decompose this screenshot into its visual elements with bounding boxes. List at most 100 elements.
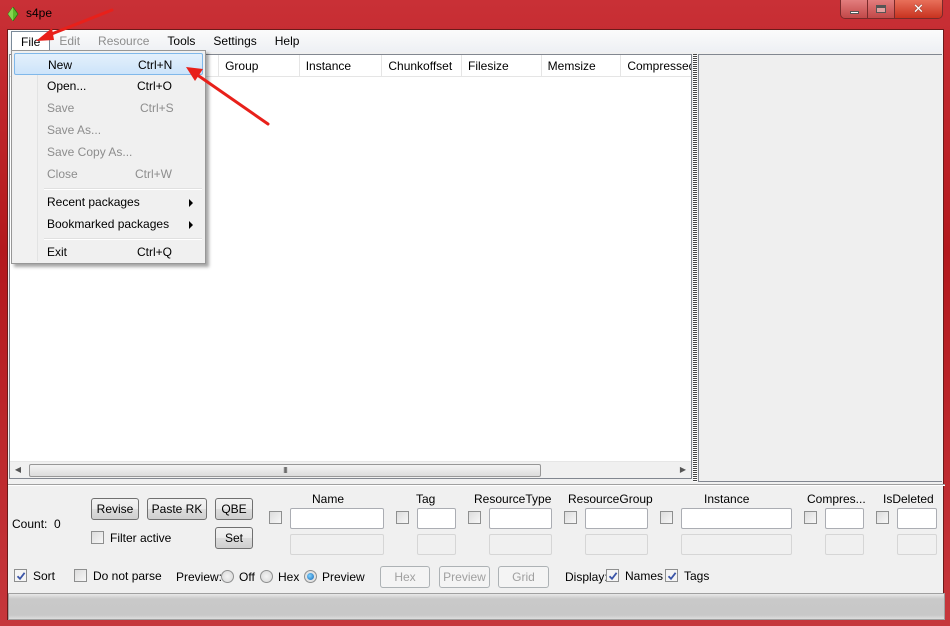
do-not-parse-label: Do not parse: [93, 569, 162, 583]
filter-isdeleted-label: IsDeleted: [883, 492, 934, 506]
menu-item-label: Recent packages: [47, 195, 140, 209]
column-header-compressed[interactable]: Compressed: [621, 55, 691, 77]
hex-view-button[interactable]: Hex: [380, 566, 430, 588]
column-header-chunkoffset[interactable]: Chunkoffset: [382, 55, 463, 77]
menu-tools[interactable]: Tools: [158, 31, 204, 51]
display-tags-checkbox[interactable]: [665, 569, 678, 582]
filter-name-input[interactable]: [290, 508, 384, 529]
menu-item-save-as[interactable]: Save As...: [14, 119, 203, 141]
filter-name-label: Name: [312, 492, 345, 506]
menu-settings[interactable]: Settings: [204, 31, 265, 51]
filter-tag-input[interactable]: [417, 508, 456, 529]
menu-edit[interactable]: Edit: [50, 31, 89, 51]
display-tags-label: Tags: [684, 569, 710, 583]
maximize-icon: [876, 5, 886, 13]
filter-active-checkbox[interactable]: [91, 531, 104, 544]
preview-off-radio[interactable]: [221, 570, 234, 583]
filter-resourcetype-checkbox[interactable]: [468, 511, 481, 524]
menu-item-close[interactable]: Close Ctrl+W: [14, 163, 203, 185]
filter-tag-label: Tag: [416, 492, 436, 506]
menu-item-label: Save Copy As...: [47, 145, 133, 159]
maximize-button[interactable]: [868, 0, 895, 18]
set-button[interactable]: Set: [215, 527, 253, 549]
filter-isdeleted-secondary-input: [897, 534, 937, 555]
column-header-instance[interactable]: Instance: [300, 55, 383, 77]
checkmark-icon: [667, 571, 676, 580]
preview-off-label: Off: [239, 570, 255, 584]
filter-resourcetype-secondary-input: [489, 534, 552, 555]
sort-checkbox[interactable]: [14, 569, 27, 582]
menu-item-exit[interactable]: Exit Ctrl+Q: [14, 241, 203, 263]
filter-name-checkbox[interactable]: [269, 511, 282, 524]
do-not-parse-checkbox[interactable]: [74, 569, 87, 582]
filter-compressed-label: Compres...: [807, 492, 866, 506]
filter-instance-secondary-input: [681, 534, 792, 555]
file-menu-dropdown: New Ctrl+N Open... Ctrl+O Save Ctrl+S Sa…: [11, 50, 206, 264]
checkmark-icon: [608, 571, 617, 580]
count-value: 0: [54, 517, 61, 531]
preview-pane: [698, 54, 942, 482]
filter-resourcegroup-label: ResourceGroup: [568, 492, 653, 506]
menu-item-save[interactable]: Save Ctrl+S: [14, 97, 203, 119]
preview-hex-label: Hex: [278, 570, 300, 584]
column-header-memsize[interactable]: Memsize: [542, 55, 622, 77]
grip-icon: III: [283, 466, 288, 475]
filter-tag-secondary-input: [417, 534, 456, 555]
menu-item-shortcut: Ctrl+N: [138, 58, 173, 72]
filter-isdeleted-checkbox[interactable]: [876, 511, 889, 524]
revise-button[interactable]: Revise: [91, 498, 139, 520]
qbe-button[interactable]: QBE: [215, 498, 253, 520]
filter-instance-checkbox[interactable]: [660, 511, 673, 524]
menu-item-bookmarked-packages[interactable]: Bookmarked packages: [14, 213, 203, 235]
scroll-left-icon[interactable]: ◀: [13, 465, 23, 475]
preview-preview-label: Preview: [322, 570, 365, 584]
menu-item-shortcut: Ctrl+O: [137, 79, 173, 93]
menu-item-label: Exit: [47, 245, 68, 259]
preview-hex-radio[interactable]: [260, 570, 273, 583]
column-header-filesize[interactable]: Filesize: [462, 55, 542, 77]
checkmark-icon: [16, 571, 25, 580]
filter-isdeleted-input[interactable]: [897, 508, 937, 529]
menu-item-shortcut: Ctrl+S: [140, 101, 174, 115]
filter-instance-input[interactable]: [681, 508, 792, 529]
menu-item-label: Save: [47, 101, 75, 115]
menu-item-new[interactable]: New Ctrl+N: [14, 53, 203, 75]
menu-resource[interactable]: Resource: [89, 31, 158, 51]
menu-item-save-copy-as[interactable]: Save Copy As...: [14, 141, 203, 163]
menu-item-label: Open...: [47, 79, 87, 93]
filter-resourcetype-input[interactable]: [489, 508, 552, 529]
menu-bar: File Edit Resource Tools Settings Help: [8, 30, 943, 52]
menu-item-recent-packages[interactable]: Recent packages: [14, 191, 203, 213]
filter-compressed-checkbox[interactable]: [804, 511, 817, 524]
filter-compressed-input[interactable]: [825, 508, 864, 529]
scroll-right-icon[interactable]: ▶: [678, 465, 688, 475]
preview-label: Preview:: [176, 570, 223, 584]
horizontal-scrollbar[interactable]: ◀ III ▶: [10, 461, 691, 478]
pane-splitter[interactable]: [693, 54, 697, 482]
filter-resourcegroup-secondary-input: [585, 534, 648, 555]
display-label: Display:: [565, 570, 608, 584]
filter-resourcegroup-checkbox[interactable]: [564, 511, 577, 524]
menu-file[interactable]: File: [11, 31, 51, 52]
menu-help[interactable]: Help: [266, 31, 309, 51]
filter-tag-checkbox[interactable]: [396, 511, 409, 524]
count-label: Count:: [12, 517, 48, 531]
column-header-group[interactable]: Group: [219, 55, 300, 77]
scrollbar-thumb[interactable]: III: [29, 464, 541, 477]
grid-view-button[interactable]: Grid: [498, 566, 549, 588]
menu-item-open[interactable]: Open... Ctrl+O: [14, 75, 203, 97]
display-names-checkbox[interactable]: [606, 569, 619, 582]
menu-separator: [44, 238, 202, 240]
display-names-label: Names: [625, 569, 664, 583]
window-controls: ✕: [840, 0, 943, 19]
menu-item-shortcut: Ctrl+W: [135, 167, 172, 181]
title-bar[interactable]: s4pe ✕: [0, 0, 950, 29]
close-button[interactable]: ✕: [895, 0, 942, 18]
minimize-button[interactable]: [841, 0, 868, 18]
paste-rk-button[interactable]: Paste RK: [147, 498, 207, 520]
plumbob-icon: [7, 6, 19, 22]
preview-view-button[interactable]: Preview: [439, 566, 490, 588]
preview-preview-radio[interactable]: [304, 570, 317, 583]
menu-item-label: Bookmarked packages: [47, 217, 170, 231]
filter-resourcegroup-input[interactable]: [585, 508, 648, 529]
